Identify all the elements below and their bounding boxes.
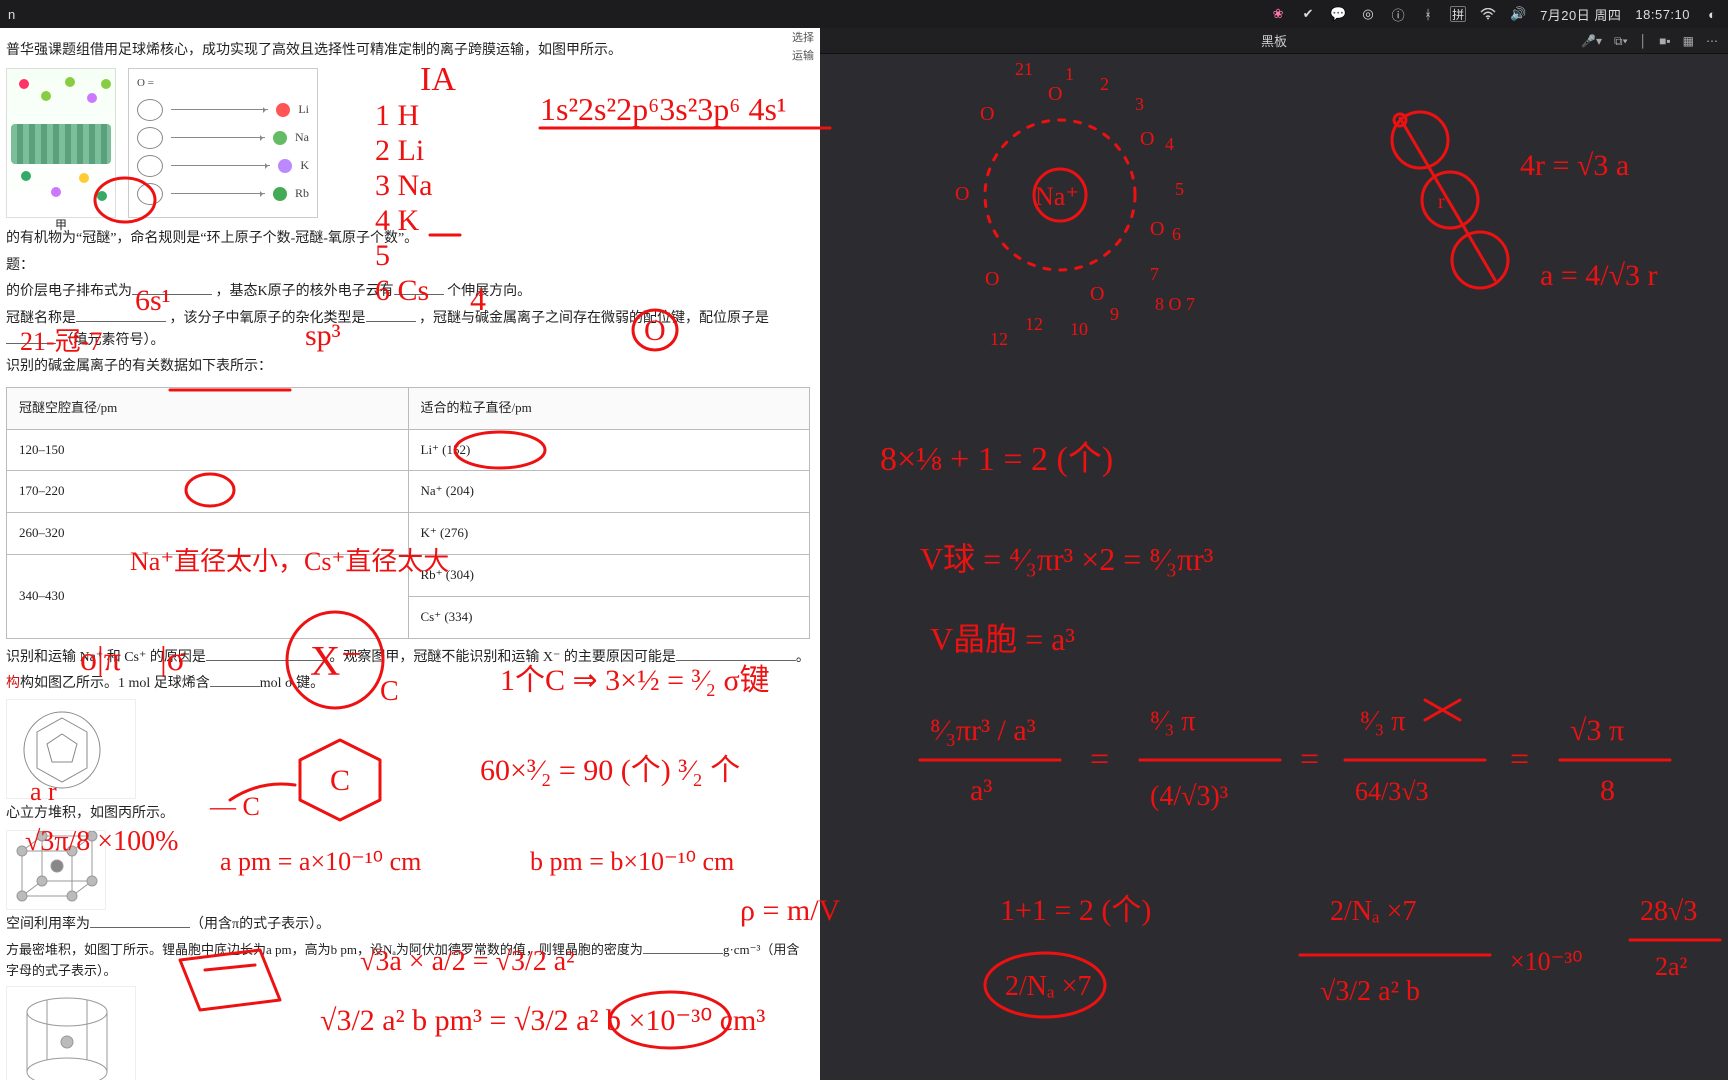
clock-date[interactable]: 7月20日 周四 [1540, 5, 1621, 24]
share-icon[interactable]: ⧉▾ [1614, 34, 1628, 49]
check-icon[interactable]: ✔ [1300, 6, 1316, 22]
bluetooth-icon[interactable]: ᚼ [1420, 6, 1436, 22]
para-bcc: 心立方堆积，如图丙所示。 [6, 803, 810, 825]
blackboard-panel[interactable] [820, 54, 1728, 1080]
window-toolbar: 🎤▾ ⧉▾ │ ■▪ ▦ ⋯ [1581, 28, 1718, 54]
figure-bcc [6, 830, 106, 910]
th-ion: 适合的粒子直径/pm [408, 387, 810, 429]
mic-icon[interactable]: 🎤▾ [1581, 34, 1602, 48]
clock-time[interactable]: 18:57:10 [1635, 7, 1690, 22]
para-econf: 的价层电子排布式为 ，基态K原子的核外电子云有 个伸展方向。 [6, 281, 810, 303]
table-row: 340–430Rb⁺ (304) [7, 554, 810, 596]
grid-icon[interactable]: ▦ [1683, 34, 1694, 48]
chat-icon[interactable]: 💬 [1330, 6, 1346, 22]
para-density: 方最密堆积，如图丁所示。锂晶胞中底边长为a pm，高为b pm，设Nₐ为阿伏加德… [6, 940, 810, 982]
document-panel: 普华强课题组借用足球烯核心，成功实现了高效且选择性可精准定制的离子跨膜运输，如图… [0, 28, 820, 1080]
camera-icon[interactable]: ■▪ [1659, 34, 1671, 48]
figure-fullerene [6, 699, 136, 799]
volume-icon[interactable]: 🔊 [1510, 6, 1526, 22]
para-util: 空间利用率为（用含π的式子表示）。 [6, 914, 810, 936]
para-hybrid: 冠醚名称是 ，该分子中氧原子的杂化类型是 ，冠醚与碱金属离子之间存在微弱的配位键… [6, 308, 810, 353]
more-icon[interactable]: ⋯ [1706, 34, 1718, 48]
para-reason: 识别和运输 Na⁺ 和 Cs⁺ 的原因是 。观察图甲，冠醚不能识别和运输 X⁻ … [6, 647, 810, 669]
status-tray: ❀ ✔ 💬 ◎ ⓘ ᚼ 拼 🔊 7月20日 周四 18:57:10 ◐ [1270, 5, 1720, 24]
fig-caption: 甲 [7, 216, 115, 235]
data-table: 冠醚空腔直径/pm适合的粒子直径/pm 120–150Li⁺ (152) 170… [6, 387, 810, 639]
target-icon[interactable]: ◎ [1360, 6, 1376, 22]
para-q: 题： [6, 255, 810, 277]
table-row: 120–150Li⁺ (152) [7, 429, 810, 471]
para-intro: 普华强课题组借用足球烯核心，成功实现了高效且选择性可精准定制的离子跨膜运输，如图… [6, 40, 810, 62]
th-cavity: 冠醚空腔直径/pm [7, 387, 409, 429]
info-icon[interactable]: ⓘ [1390, 6, 1406, 22]
figure-legend: 选择 运输 O = Li Na K Rb [128, 68, 318, 218]
table-row: 170–220Na⁺ (204) [7, 471, 810, 513]
figure-hcp [6, 986, 136, 1080]
ime-indicator[interactable]: 拼 [1450, 6, 1466, 22]
flower-icon[interactable]: ❀ [1270, 6, 1286, 22]
power-icon[interactable]: ◐ [1704, 6, 1720, 22]
table-row: 260–320K⁺ (276) [7, 513, 810, 555]
legend-title: 选择 运输 [792, 30, 814, 65]
para-tablelead: 识别的碱金属离子的有关数据如下表所示： [6, 356, 810, 378]
figure-membrane: 甲 [6, 68, 116, 218]
para-crown: 的有机物为“冠醚”，命名规则是“环上原子个数-冠醚-氧原子个数”。 [6, 228, 810, 250]
system-menubar: n ❀ ✔ 💬 ◎ ⓘ ᚼ 拼 🔊 7月20日 周四 18:57:10 ◐ [0, 0, 1728, 28]
para-sigma: 构构如图乙所示。1 mol 足球烯含mol σ 键。 [6, 673, 810, 695]
app-name[interactable]: n [8, 7, 15, 22]
wifi-icon[interactable] [1480, 6, 1496, 22]
divider: │ [1640, 34, 1648, 48]
